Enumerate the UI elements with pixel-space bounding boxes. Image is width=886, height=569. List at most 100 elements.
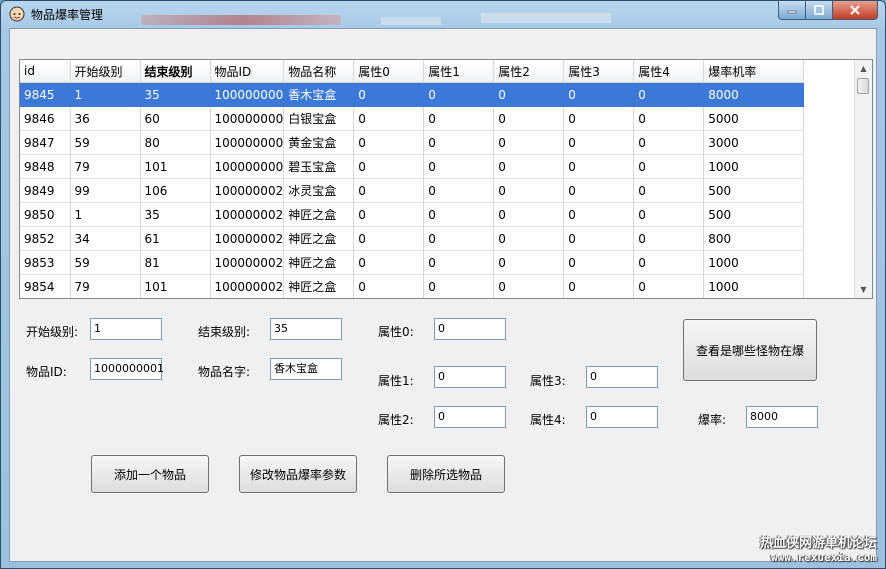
column-header[interactable]: 结束级别 (140, 60, 211, 83)
table-row[interactable]: 9854 79 101 100000002 神匠之盒 0 0 0 0 0 1000 (20, 274, 805, 298)
table-cell: 9847 (20, 130, 71, 155)
delete-item-button[interactable]: 删除所选物品 (387, 455, 505, 493)
table-cell: 0 (563, 274, 635, 298)
table-cell: 0 (563, 154, 635, 179)
attr1-label: 属性1: (378, 374, 414, 388)
watermark-url: www.rexuexia.com (771, 551, 877, 564)
title-decoration (141, 15, 341, 25)
table-row[interactable]: 9849 99 106 100000002 冰灵宝盒 0 0 0 0 0 500 (20, 178, 805, 203)
table-cell: 5000 (703, 106, 805, 131)
table-cell: 0 (633, 178, 705, 203)
attr4-label: 属性4: (530, 413, 566, 427)
column-header[interactable]: 属性2 (493, 60, 565, 83)
table-cell: 1000 (703, 154, 805, 179)
table-row[interactable]: 9853 59 81 100000002 神匠之盒 0 0 0 0 0 1000 (20, 250, 805, 275)
maximize-icon (814, 5, 824, 15)
window-title: 物品爆率管理 (31, 8, 104, 22)
table-cell: 1 (70, 202, 141, 227)
column-header[interactable]: 爆率机率 (703, 60, 805, 83)
table-cell: 100000002 (210, 250, 285, 275)
rate-input[interactable]: 8000 (746, 406, 818, 428)
table-cell: 101 (140, 154, 211, 179)
table-cell: 0 (563, 130, 635, 155)
end-level-label: 结束级别: (198, 325, 251, 339)
table-row[interactable]: 9850 1 35 100000002 神匠之盒 0 0 0 0 0 500 (20, 202, 805, 227)
watermark-text: 热血侠网游单机论坛 (759, 536, 877, 551)
start-level-input[interactable]: 1 (90, 318, 162, 340)
table-cell: 0 (353, 106, 425, 131)
table-cell: 0 (563, 226, 635, 251)
item-drop-grid[interactable]: id 开始级别 结束级别 物品ID 物品名称 属性0 属性1 属性2 属性3 属性4 爆率机率 98… (19, 59, 873, 299)
add-item-button[interactable]: 添加一个物品 (91, 455, 209, 493)
attr2-input[interactable]: 0 (434, 406, 506, 428)
column-header[interactable]: 开始级别 (70, 60, 141, 83)
end-level-input[interactable]: 35 (270, 318, 342, 340)
table-cell: 0 (493, 274, 565, 298)
table-cell: 0 (563, 82, 635, 107)
title-decoration (481, 13, 611, 23)
column-header[interactable]: 属性0 (353, 60, 425, 83)
table-row[interactable]: 9847 59 80 100000000 黄金宝盒 0 0 0 0 0 3000 (20, 130, 805, 155)
scroll-up-icon[interactable]: ▲ (855, 60, 872, 77)
table-cell: 0 (423, 226, 495, 251)
vertical-scrollbar[interactable]: ▲ ▼ (854, 60, 872, 298)
attr4-input[interactable]: 0 (586, 406, 658, 428)
table-cell: 0 (633, 274, 705, 298)
start-level-label: 开始级别: (26, 325, 79, 339)
table-cell: 1 (70, 82, 141, 107)
table-cell: 0 (423, 130, 495, 155)
table-cell: 0 (563, 178, 635, 203)
modify-rate-button[interactable]: 修改物品爆率参数 (239, 455, 357, 493)
maximize-button[interactable] (805, 1, 833, 20)
table-cell: 0 (423, 178, 495, 203)
table-cell: 101 (140, 274, 211, 298)
table-cell: 0 (493, 250, 565, 275)
table-row[interactable]: 9846 36 60 100000000 白银宝盒 0 0 0 0 0 5000 (20, 106, 805, 131)
scroll-thumb[interactable] (857, 78, 869, 94)
close-icon (850, 5, 860, 15)
table-cell: 0 (353, 154, 425, 179)
table-cell: 0 (353, 82, 425, 107)
minimize-button[interactable] (778, 1, 806, 20)
table-cell: 碧玉宝盒 (283, 154, 355, 179)
scroll-down-icon[interactable]: ▼ (855, 281, 872, 298)
table-cell: 100000000 (210, 154, 285, 179)
table-cell: 79 (70, 154, 141, 179)
table-cell: 白银宝盒 (283, 106, 355, 131)
item-name-input[interactable]: 香木宝盒 (270, 358, 342, 380)
table-row[interactable]: 9852 34 61 100000002 神匠之盒 0 0 0 0 0 800 (20, 226, 805, 251)
table-cell: 0 (423, 202, 495, 227)
table-cell: 100000002 (210, 202, 285, 227)
table-cell: 9848 (20, 154, 71, 179)
table-row[interactable]: 9848 79 101 100000000 碧玉宝盒 0 0 0 0 0 1000 (20, 154, 805, 179)
column-header[interactable]: 属性1 (423, 60, 495, 83)
item-id-input[interactable]: 1000000001 (90, 358, 164, 380)
table-cell: 0 (563, 250, 635, 275)
table-cell: 神匠之盒 (283, 250, 355, 275)
table-cell: 800 (703, 226, 805, 251)
table-cell: 神匠之盒 (283, 274, 355, 298)
attr1-input[interactable]: 0 (434, 366, 506, 388)
minimize-icon (787, 10, 797, 14)
table-cell: 1000 (703, 274, 805, 298)
item-id-label: 物品ID: (26, 365, 67, 379)
column-header[interactable]: id (20, 60, 71, 83)
view-monsters-button[interactable]: 查看是哪些怪物在爆 (683, 319, 817, 381)
attr0-input[interactable]: 0 (434, 318, 506, 340)
table-row[interactable]: 9845 1 35 100000000 香木宝盒 0 0 0 0 0 8000 (20, 82, 805, 107)
table-cell: 59 (70, 250, 141, 275)
close-button[interactable] (832, 1, 878, 20)
column-header[interactable]: 物品名称 (283, 60, 355, 83)
title-bar[interactable]: 物品爆率管理 (1, 1, 885, 27)
table-cell: 0 (423, 274, 495, 298)
attr3-input[interactable]: 0 (586, 366, 658, 388)
table-cell: 100000000 (210, 106, 285, 131)
rate-label: 爆率: (698, 413, 727, 427)
column-header[interactable]: 物品ID (210, 60, 285, 83)
table-cell: 100000002 (210, 274, 285, 298)
column-header[interactable]: 属性3 (563, 60, 635, 83)
table-cell: 9854 (20, 274, 71, 298)
table-cell: 0 (633, 250, 705, 275)
column-header[interactable]: 属性4 (633, 60, 705, 83)
table-cell: 0 (353, 130, 425, 155)
